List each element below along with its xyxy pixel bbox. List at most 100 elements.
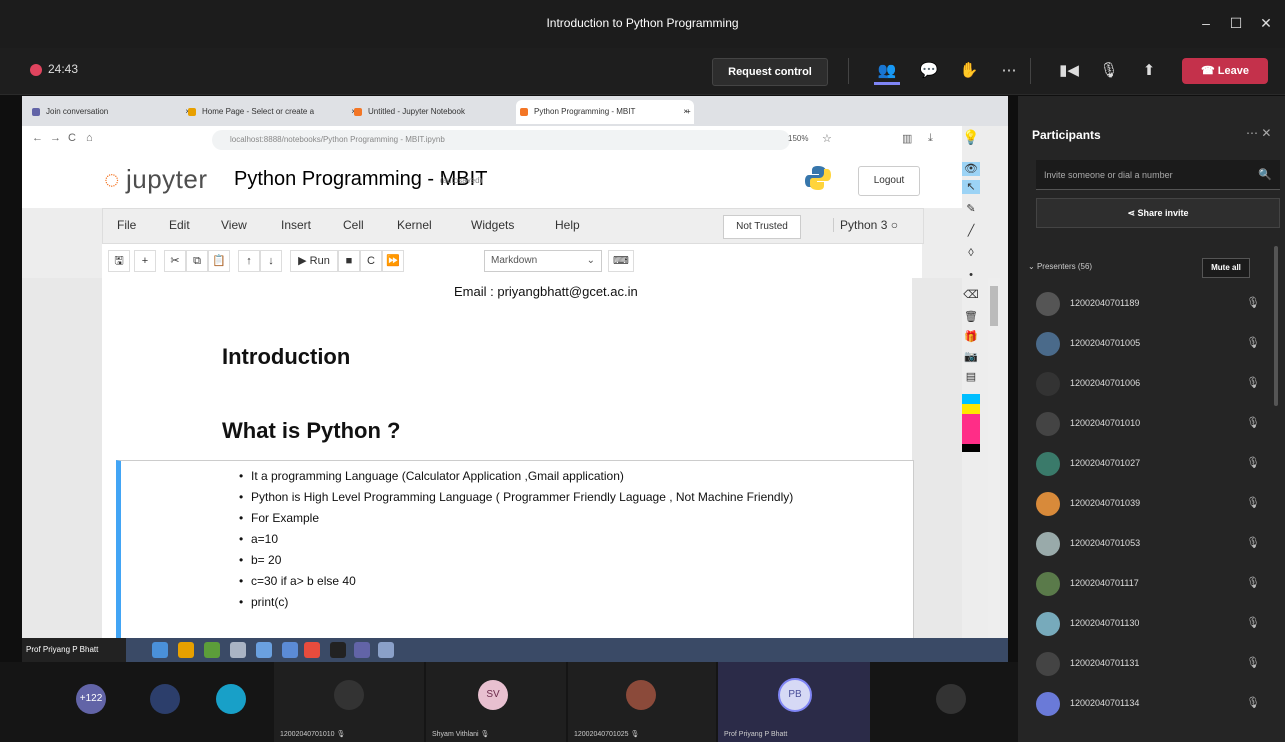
clipboard-icon[interactable]: ▤ [962,370,980,384]
menu-view[interactable]: View [221,218,247,232]
color-black-swatch[interactable] [962,444,980,452]
minimize-button[interactable]: – [1192,10,1220,36]
taskbar-app-icon[interactable] [230,642,246,658]
highlighter-icon[interactable]: ◊ [962,246,980,260]
participant-row[interactable]: 12002040701027 🎙 [1036,446,1276,486]
taskbar-app-icon[interactable] [282,642,298,658]
participants-icon[interactable]: 👥 [874,60,900,85]
forward-icon[interactable]: → [50,132,61,144]
avatar[interactable] [216,684,246,714]
mute-all-button[interactable]: Mute all [1202,258,1250,278]
markdown-cell[interactable]: It a programming Language (Calculator Ap… [116,460,914,662]
run-button[interactable]: ▶ Run [290,250,338,272]
panel-close-icon[interactable]: ⋯ ✕ [1246,126,1271,140]
invite-input[interactable]: Invite someone or dial a number 🔍 [1036,160,1280,190]
restart-icon[interactable]: C [360,250,382,272]
taskbar-app-icon[interactable] [152,642,168,658]
menu-help[interactable]: Help [555,218,580,232]
reactions-icon[interactable]: ✋ [956,60,982,82]
scrollbar-thumb[interactable] [990,286,998,326]
library-icon[interactable]: ▥ [902,132,912,145]
taskbar-app-icon[interactable] [178,642,194,658]
cursor-icon[interactable]: ↖ [962,180,980,194]
keyboard-icon[interactable]: ⌨ [608,250,634,272]
browser-tab[interactable]: Join conversation× [28,100,196,124]
trash-icon[interactable]: 🗑 [962,310,980,324]
eraser-icon[interactable]: ⌫ [962,288,980,302]
participant-row[interactable]: 12002040701005 🎙 [1036,326,1276,366]
color-cyan-swatch[interactable] [962,394,980,404]
gift-icon[interactable]: 🎁 [962,330,980,344]
color-yellow-swatch[interactable] [962,404,980,414]
browser-tab-active[interactable]: Python Programming - MBIT × [516,100,694,124]
paste-icon[interactable]: 📋 [208,250,230,272]
request-control-button[interactable]: Request control [712,58,828,86]
more-participants-badge[interactable]: +122 [76,684,106,714]
save-icon[interactable]: 🖫 [108,250,130,272]
leave-button[interactable]: ☎ Leave [1182,58,1268,84]
restart-run-all-icon[interactable]: ⏩ [382,250,404,272]
participant-row[interactable]: 12002040701117 🎙 [1036,566,1276,606]
taskbar-app-icon[interactable] [378,642,394,658]
pen-icon[interactable]: ✎ [962,202,980,216]
line-icon[interactable]: ╱ [962,224,980,238]
lightbulb-icon[interactable]: 💡 [962,130,980,144]
menu-cell[interactable]: Cell [343,218,364,232]
browser-tab[interactable]: Untitled - Jupyter Notebook× [350,100,528,124]
jupyter-logo[interactable]: ◌ jupyter [104,164,208,195]
browser-tab[interactable]: Home Page - Select or create a× [184,100,362,124]
chat-icon[interactable]: 💬 [916,60,942,82]
menu-file[interactable]: File [117,218,136,232]
participant-row[interactable]: 12002040701039 🎙 [1036,486,1276,526]
share-invite-button[interactable]: ⋖ Share invite [1036,198,1280,228]
copy-icon[interactable]: ⧉ [186,250,208,272]
avatar[interactable] [150,684,180,714]
dot-icon[interactable]: • [962,268,980,282]
participant-row[interactable]: 12002040701053 🎙 [1036,526,1276,566]
taskbar-app-icon[interactable] [330,642,346,658]
stop-icon[interactable]: ■ [338,250,360,272]
cut-icon[interactable]: ✂ [164,250,186,272]
participant-row[interactable]: 12002040701189 🎙 [1036,286,1276,326]
move-down-icon[interactable]: ↓ [260,250,282,272]
close-button[interactable]: ✕ [1252,10,1280,36]
move-up-icon[interactable]: ↑ [238,250,260,272]
participant-row[interactable]: 12002040701006 🎙 [1036,366,1276,406]
download-icon[interactable]: ⤓ [928,132,933,145]
taskbar-app-icon[interactable] [204,642,220,658]
reload-icon[interactable]: C [68,132,76,144]
presenters-section-header[interactable]: ⌄ Presenters (56) [1028,262,1092,271]
maximize-button[interactable]: ☐ [1222,10,1250,36]
more-options-icon[interactable]: ⋯ [996,60,1022,82]
participant-row[interactable]: 12002040701010 🎙 [1036,406,1276,446]
taskbar-app-icon[interactable] [354,642,370,658]
video-tile-presenter[interactable]: PB Prof Priyang P Bhatt [718,662,870,742]
url-input[interactable]: localhost:8888/notebooks/Python Programm… [212,130,790,150]
participant-row[interactable]: 12002040701134 🎙 [1036,686,1276,726]
menu-insert[interactable]: Insert [281,218,311,232]
taskbar-app-icon[interactable] [256,642,272,658]
bookmark-star-icon[interactable]: ☆ [822,132,832,145]
video-tile[interactable]: SV Shyam Vithlani 🎙 [426,662,566,742]
taskbar-app-icon[interactable] [304,642,320,658]
back-icon[interactable]: ← [32,132,43,144]
menu-widgets[interactable]: Widgets [471,218,514,232]
new-tab-button[interactable]: + [682,100,706,124]
video-tile[interactable]: 12002040701010 🎙 [274,662,424,742]
cell-type-select[interactable]: Markdown ⌄ [484,250,602,272]
participant-row[interactable]: 12002040701130 🎙 [1036,606,1276,646]
menu-kernel[interactable]: Kernel [397,218,432,232]
trust-button[interactable]: Not Trusted [723,215,801,239]
color-magenta-swatch[interactable] [962,414,980,444]
camera-icon[interactable]: 📷 [962,350,980,364]
logout-button[interactable]: Logout [858,166,920,196]
camera-off-icon[interactable]: ▮◀ [1056,60,1082,82]
home-icon[interactable]: ⌂ [86,132,93,144]
mic-off-icon[interactable]: 🎙 [1096,60,1122,82]
eye-icon[interactable]: 👁 [962,162,980,176]
participant-row[interactable]: 12002040701131 🎙 [1036,646,1276,686]
menu-edit[interactable]: Edit [169,218,190,232]
insert-cell-icon[interactable]: + [134,250,156,272]
video-tile[interactable]: 12002040701025 🎙 [568,662,716,742]
avatar[interactable] [936,684,966,714]
